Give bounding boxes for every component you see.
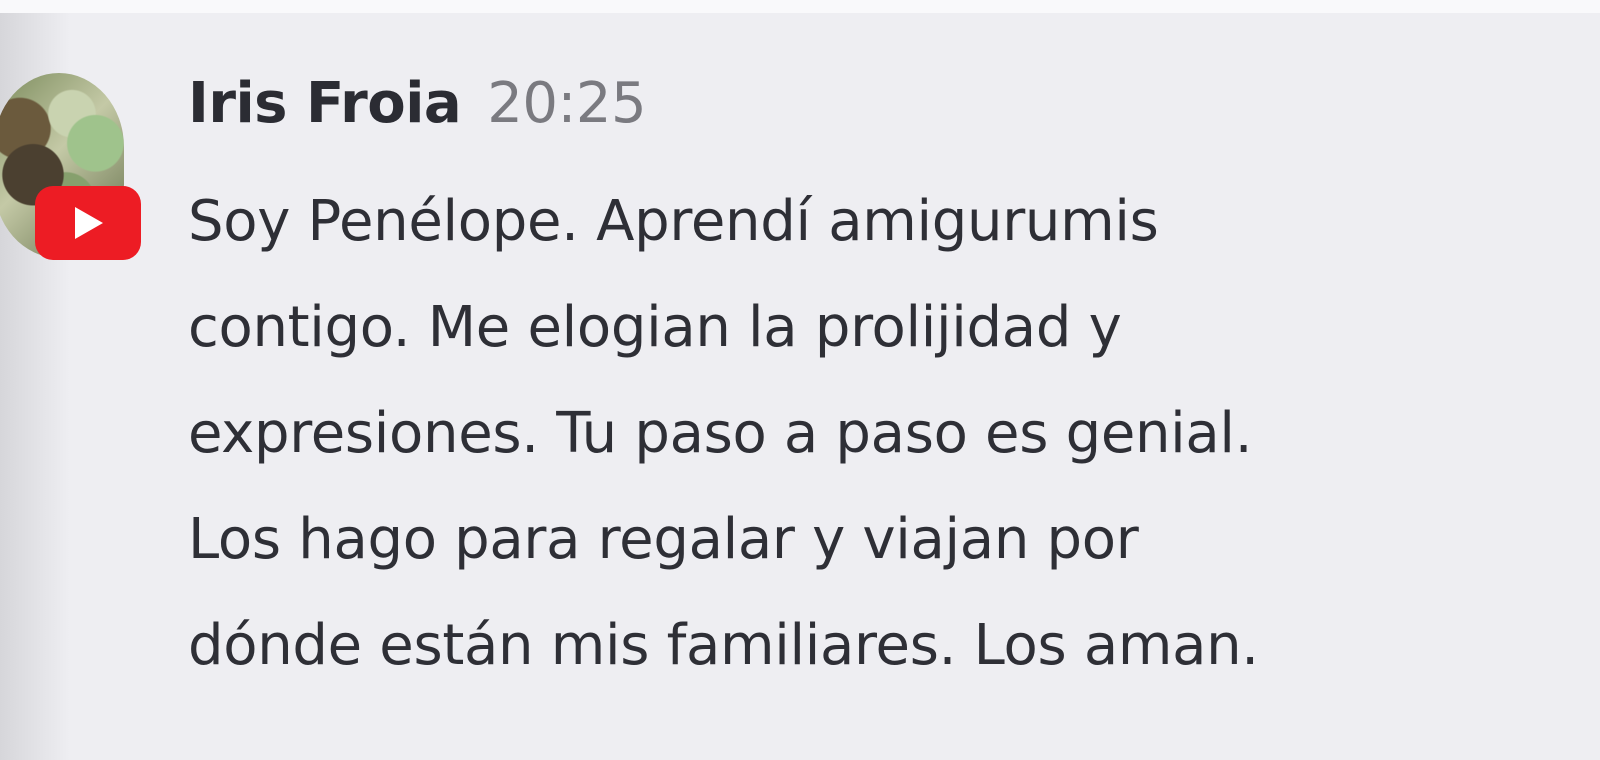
message-line: Soy Penélope. Aprendí amigurumis (188, 189, 1159, 254)
message-line: contigo. Me elogian la prolijidad y (188, 295, 1122, 360)
youtube-play-icon (75, 207, 103, 239)
youtube-badge (35, 186, 141, 260)
message-header: Iris Froia 20:25 (188, 71, 1568, 151)
top-divider-strip (0, 0, 1600, 13)
author-name[interactable]: Iris Froia (188, 71, 462, 136)
message-content: Iris Froia 20:25 Soy Penélope. Aprendí a… (188, 71, 1568, 699)
message-line: expresiones. Tu paso a paso es genial. (188, 401, 1253, 466)
message-timestamp: 20:25 (487, 71, 647, 136)
message-line: dónde están mis familiares. Los aman. (188, 613, 1259, 678)
message-text: Soy Penélope. Aprendí amigurumis contigo… (188, 169, 1568, 699)
chat-message-row[interactable]: Iris Froia 20:25 Soy Penélope. Aprendí a… (0, 13, 1600, 760)
message-line: Los hago para regalar y viajan por (188, 507, 1139, 572)
